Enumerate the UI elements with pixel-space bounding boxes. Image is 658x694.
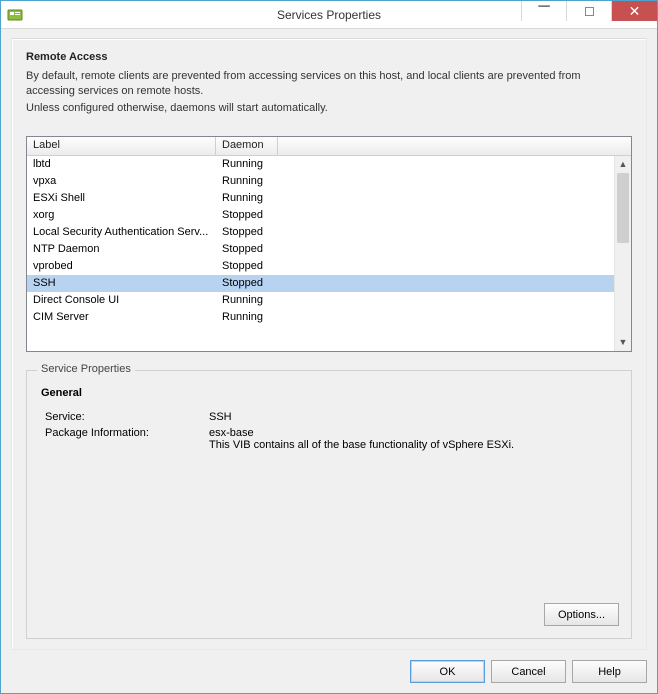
scroll-track[interactable] [615,173,631,334]
row-label: NTP Daemon [27,243,216,255]
table-row[interactable]: ESXi ShellRunning [27,190,614,207]
listview-scrollbar[interactable]: ▲ ▼ [614,156,631,351]
services-properties-window: Services Properties ─ ✕ Remote Access By… [0,0,658,694]
services-listview[interactable]: Label Daemon lbtdRunningvpxaRunningESXi … [26,136,632,352]
remote-access-desc-2: Unless configured otherwise, daemons wil… [26,101,632,116]
titlebar[interactable]: Services Properties ─ ✕ [1,1,657,29]
table-row[interactable]: SSHStopped [27,275,614,292]
row-label: vpxa [27,175,216,187]
help-button[interactable]: Help [572,660,647,683]
table-row[interactable]: NTP DaemonStopped [27,241,614,258]
remote-access-desc-1: By default, remote clients are prevented… [26,69,632,99]
row-daemon: Stopped [216,243,278,255]
row-label: xorg [27,209,216,221]
listview-body: lbtdRunningvpxaRunningESXi ShellRunningx… [27,156,614,351]
table-row[interactable]: Local Security Authentication Serv...Sto… [27,224,614,241]
table-row[interactable]: Direct Console UIRunning [27,292,614,309]
table-row[interactable]: CIM ServerRunning [27,309,614,326]
row-daemon: Running [216,311,278,323]
dialog-buttons: OK Cancel Help [11,650,647,683]
column-header-label[interactable]: Label [27,137,216,155]
row-daemon: Stopped [216,226,278,238]
row-daemon: Stopped [216,209,278,221]
window-controls: ─ ✕ [521,1,657,21]
remote-access-heading: Remote Access [26,51,632,63]
row-daemon: Running [216,175,278,187]
table-row[interactable]: vpxaRunning [27,173,614,190]
general-heading: General [41,387,619,399]
row-daemon: Stopped [216,260,278,272]
scroll-thumb[interactable] [617,173,629,243]
maximize-button[interactable] [566,1,611,21]
app-icon [7,7,23,23]
package-name: esx-base [209,427,619,439]
table-row[interactable]: xorgStopped [27,207,614,224]
row-label: vprobed [27,260,216,272]
row-label: ESXi Shell [27,192,216,204]
row-daemon: Running [216,192,278,204]
row-label: lbtd [27,158,216,170]
service-row: Service: SSH [39,411,619,423]
package-info-value: esx-base This VIB contains all of the ba… [209,427,619,451]
package-info-row: Package Information: esx-base This VIB c… [39,427,619,451]
column-header-daemon[interactable]: Daemon [216,137,278,155]
row-daemon: Running [216,294,278,306]
listview-headers: Label Daemon [27,137,631,156]
column-header-spacer [278,137,631,155]
options-button[interactable]: Options... [544,603,619,626]
scroll-down-icon[interactable]: ▼ [615,334,631,351]
ok-button[interactable]: OK [410,660,485,683]
service-label: Service: [39,411,209,423]
service-properties-groupbox: Service Properties General Service: SSH … [26,370,632,639]
cancel-button[interactable]: Cancel [491,660,566,683]
row-daemon: Running [216,158,278,170]
row-label: SSH [27,277,216,289]
groupbox-legend: Service Properties [37,363,135,375]
row-label: Direct Console UI [27,294,216,306]
service-value: SSH [209,411,619,423]
scroll-up-icon[interactable]: ▲ [615,156,631,173]
close-button[interactable]: ✕ [611,1,657,21]
row-daemon: Stopped [216,277,278,289]
table-row[interactable]: lbtdRunning [27,156,614,173]
client-area: Remote Access By default, remote clients… [1,29,657,693]
table-row[interactable]: vprobedStopped [27,258,614,275]
package-info-label: Package Information: [39,427,209,451]
content-panel: Remote Access By default, remote clients… [11,38,647,650]
package-desc: This VIB contains all of the base functi… [209,439,619,451]
minimize-button[interactable]: ─ [521,1,566,21]
row-label: CIM Server [27,311,216,323]
row-label: Local Security Authentication Serv... [27,226,216,238]
